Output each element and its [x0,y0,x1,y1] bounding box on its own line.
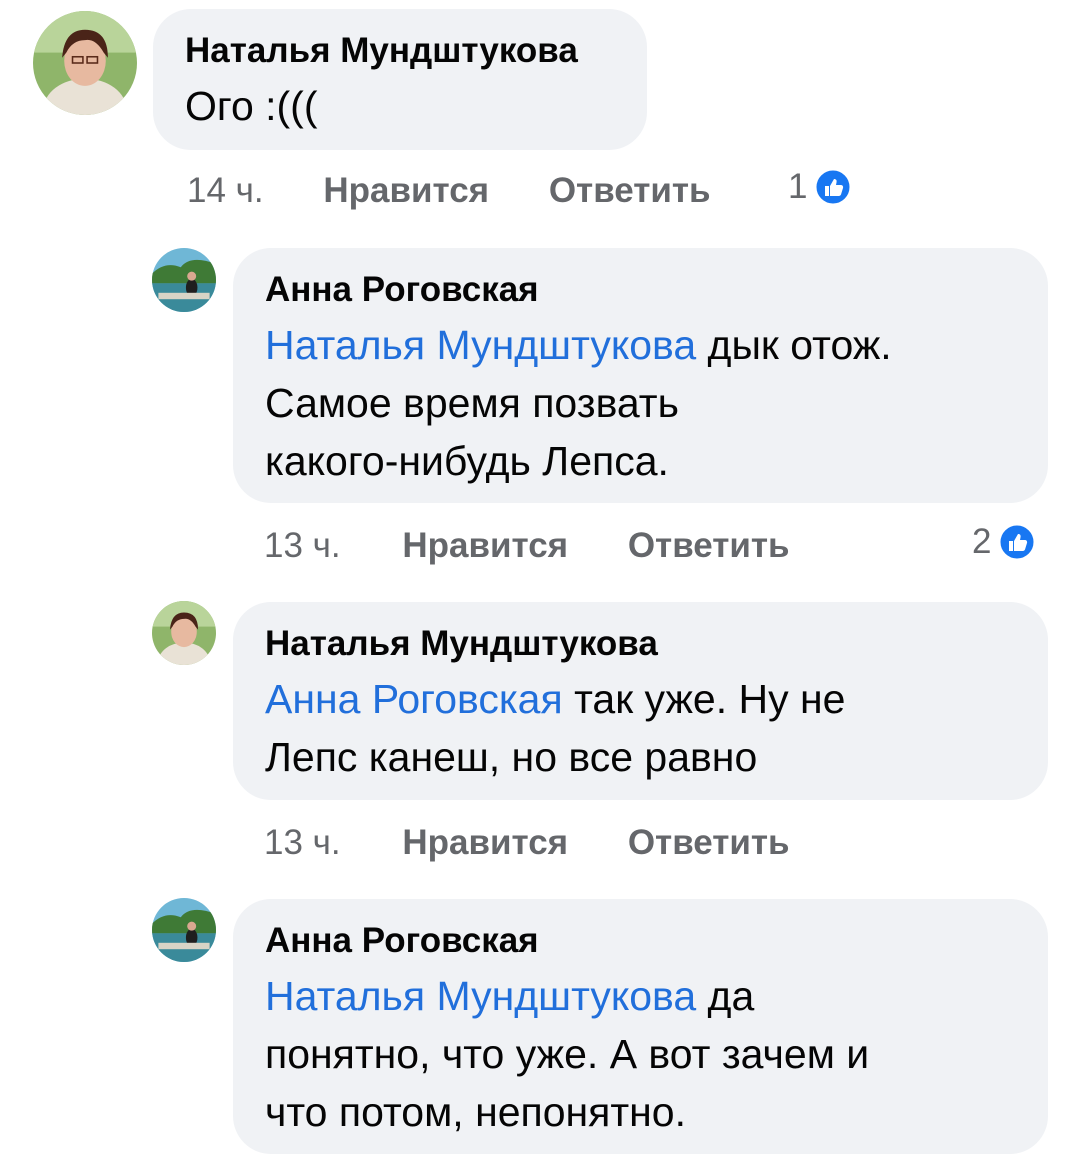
natalya-avatar[interactable] [33,11,137,115]
reply-button[interactable]: Ответить [628,823,790,862]
comment-bubble: Анна Роговская Наталья Мундштукова да по… [233,899,1048,1154]
like-button[interactable]: Нравится [402,823,568,862]
mention-link[interactable]: Анна Роговская [265,676,563,722]
reaction-number: 2 [972,522,992,561]
like-button[interactable]: Нравится [402,526,568,565]
mention-link[interactable]: Наталья Мундштукова [265,322,696,368]
comment-actions: 14 ч. Нравится Ответить [187,171,711,211]
reply-button[interactable]: Ответить [628,526,790,565]
comment-author[interactable]: Анна Роговская [265,270,1016,310]
comment-actions: 13 ч. Нравится Ответить [264,823,790,863]
like-reaction-icon [813,167,853,207]
natalya-avatar[interactable] [152,601,216,665]
like-button[interactable]: Нравится [323,171,489,210]
comment-text-part: понятно, что уже. А вот зачем и [265,1031,870,1077]
like-reaction-icon [997,522,1037,562]
comment-bubble: Анна Роговская Наталья Мундштукова дык о… [233,248,1048,503]
comment-text-part: Лепс канеш, но все равно [265,734,758,780]
comment-actions: 13 ч. Нравится Ответить [264,526,790,566]
comment-text: Наталья Мундштукова дык отож. Самое врем… [265,316,1016,490]
comment-text-part: дык отож. [696,322,892,368]
comment-text: Ого :((( [185,83,318,129]
anna-avatar[interactable] [152,898,216,962]
reply-button[interactable]: Ответить [549,171,711,210]
comment-text-part: да [696,973,755,1019]
mention-link[interactable]: Наталья Мундштукова [265,973,696,1019]
comment-bubble: Наталья Мундштукова Анна Роговская так у… [233,602,1048,800]
reaction-count[interactable]: 1 [788,167,853,207]
reaction-number: 1 [788,167,808,206]
comment-text-part: так уже. Ну не [562,676,846,722]
comment-author[interactable]: Анна Роговская [265,921,1016,961]
comment-text-part: Самое время позвать [265,380,679,426]
comment-author[interactable]: Наталья Мундштукова [185,31,615,71]
comment-author[interactable]: Наталья Мундштукова [265,624,1016,664]
comment-text-part: какого-нибудь Лепса. [265,438,669,484]
comment-text: Наталья Мундштукова да понятно, что уже.… [265,967,1016,1141]
comment-text: Анна Роговская так уже. Ну не Лепс канеш… [265,670,1016,786]
comment-bubble: Наталья Мундштукова Ого :((( [153,9,647,150]
comment-timestamp[interactable]: 13 ч. [264,526,341,565]
comment-timestamp[interactable]: 13 ч. [264,823,341,862]
anna-avatar[interactable] [152,248,216,312]
comment-timestamp[interactable]: 14 ч. [187,171,264,210]
comment-text-part: что потом, непонятно. [265,1089,686,1135]
reaction-count[interactable]: 2 [972,522,1037,562]
